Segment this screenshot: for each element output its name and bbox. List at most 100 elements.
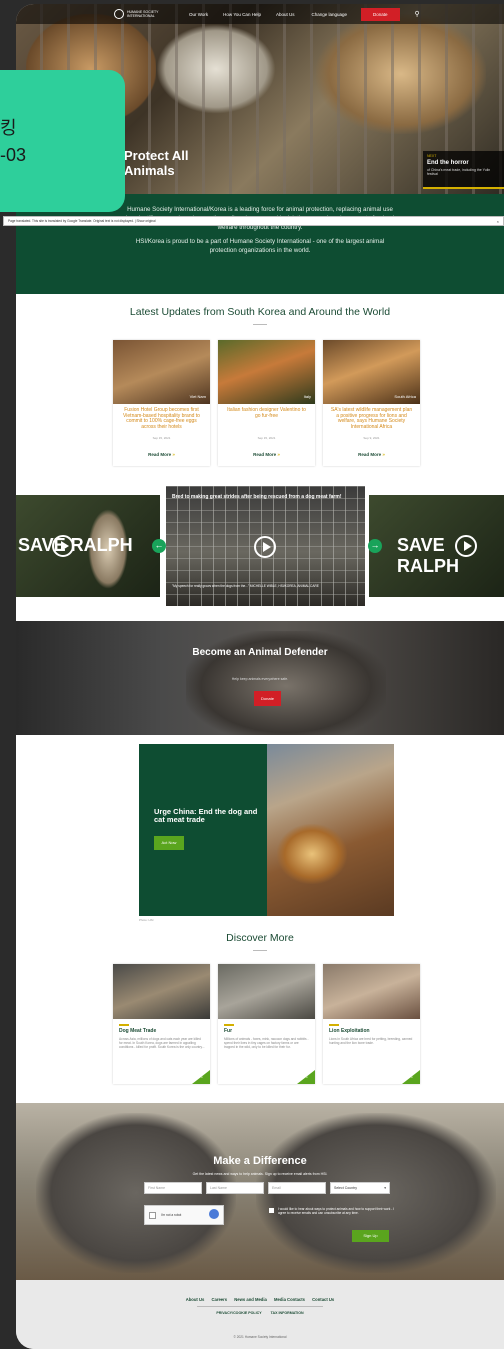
- news-image: [218, 340, 315, 404]
- discover-title: Dog Meat Trade: [119, 1028, 157, 1034]
- discover-desc: Millions of animals - foxes, mink, racco…: [224, 1037, 309, 1049]
- close-icon[interactable]: ×: [497, 219, 499, 224]
- campaign-block: Urge China: End the dog and cat meat tra…: [139, 744, 394, 922]
- video-slide-right[interactable]: SAVE RALPH: [369, 495, 504, 597]
- news-card[interactable]: South Africa SA's latest wildlife manage…: [323, 340, 420, 466]
- discover-card[interactable]: Fur Millions of animals - foxes, mink, r…: [218, 964, 315, 1084]
- search-icon[interactable]: ⚲: [415, 10, 420, 18]
- donate-button[interactable]: Donate: [361, 7, 400, 21]
- discover-desc: Lions in South Africa are bred for petti…: [329, 1037, 413, 1045]
- discover-desc: Across Asia, millions of dogs and cats e…: [119, 1037, 205, 1049]
- arrow-right-icon[interactable]: →: [192, 1070, 210, 1084]
- next-title: End the horror: [427, 160, 469, 166]
- signup-title: Make a Difference: [213, 1155, 307, 1167]
- news-desc: Fusion Hotel Group becomes first Vietnam…: [123, 407, 200, 430]
- country-select[interactable]: Select Country ▾: [330, 1182, 390, 1194]
- translate-bar: Page translated. This site is translated…: [3, 216, 504, 226]
- discover-image: [113, 964, 210, 1019]
- signup-subtitle: Get the latest news and ways to help ani…: [192, 1172, 328, 1176]
- translate-text: Page translated. This site is translated…: [8, 219, 156, 223]
- logo-text: HUMANE SOCIETY INTERNATIONAL: [127, 10, 159, 18]
- footer-link-contact[interactable]: Contact Us: [312, 1297, 334, 1302]
- discover-title: Fur: [224, 1028, 233, 1034]
- heading-divider: [253, 324, 267, 325]
- recaptcha-icon: [209, 1209, 219, 1219]
- nav-how-you-can-help[interactable]: How You Can Help: [223, 12, 261, 17]
- video-title: Bred to making great strides after being…: [172, 494, 342, 500]
- next-desc: of China's meat trade, including the Yul…: [427, 168, 491, 176]
- news-card[interactable]: Italy Italian fashion designer Valentino…: [218, 340, 315, 466]
- defender-donate-button[interactable]: Donate: [254, 691, 281, 706]
- campaign-title: Urge China: End the dog and cat meat tra…: [154, 807, 258, 824]
- arrow-right-icon[interactable]: →: [297, 1070, 315, 1084]
- footer-link-tax[interactable]: TAX INFORMATION: [271, 1311, 304, 1315]
- news-card[interactable]: Viet Nam Fusion Hotel Group becomes firs…: [113, 340, 210, 466]
- copyright: © 2021 Humane Society International: [233, 1335, 287, 1339]
- video-title: SAVE RALPH: [397, 535, 459, 576]
- video-caption: "My speech for really grows when the dog…: [172, 584, 319, 588]
- act-now-button[interactable]: Act Now: [154, 836, 184, 850]
- footer-links: About Us Careers News and Media Media Co…: [16, 1297, 504, 1302]
- news-desc: SA's latest wildlife management plan a p…: [330, 407, 413, 430]
- footer-link-about[interactable]: About Us: [186, 1297, 205, 1302]
- defender-title: Become an Animal Defender: [192, 647, 328, 658]
- logo-icon: [114, 9, 124, 19]
- news-tag: South Africa: [394, 394, 416, 399]
- video-slide-center[interactable]: Bred to making great strides after being…: [166, 486, 365, 606]
- footer-divider: [197, 1306, 323, 1307]
- read-more-link[interactable]: Read More »: [323, 452, 420, 457]
- news-date: Sep 15, 2021: [152, 436, 171, 440]
- discover-card[interactable]: Dog Meat Trade Across Asia, millions of …: [113, 964, 210, 1084]
- overlay-badge: 킹 -03: [0, 70, 125, 212]
- top-nav: HUMANE SOCIETY INTERNATIONAL Our Work Ho…: [16, 4, 504, 24]
- footer-link-media[interactable]: Media Contacts: [274, 1297, 305, 1302]
- news-date: Sep 9, 2021: [363, 436, 380, 440]
- news-tag: Italy: [303, 394, 311, 399]
- consent-checkbox[interactable]: [269, 1208, 274, 1213]
- carousel-prev-icon[interactable]: ←: [152, 539, 166, 553]
- footer-link-privacy[interactable]: PRIVACY/COOKIE POLICY: [216, 1311, 261, 1315]
- intro-paragraph-2: HSI/Korea is proud to be a part of Human…: [135, 238, 385, 254]
- read-more-link[interactable]: Read More »: [218, 452, 315, 457]
- play-icon[interactable]: [455, 535, 477, 557]
- sign-up-button[interactable]: Sign Up: [352, 1230, 389, 1242]
- discover-heading: Discover More: [226, 932, 294, 944]
- discover-image: [218, 964, 315, 1019]
- read-more-link[interactable]: Read More »: [113, 452, 210, 457]
- site-logo[interactable]: HUMANE SOCIETY INTERNATIONAL: [114, 9, 161, 19]
- discover-image: [323, 964, 420, 1019]
- signup-section: Make a Difference Get the latest news an…: [16, 1103, 504, 1280]
- defender-section: Become an Animal Defender Help keep anim…: [16, 621, 504, 735]
- arrow-right-icon[interactable]: →: [402, 1070, 420, 1084]
- carousel-next-icon[interactable]: →: [368, 539, 382, 553]
- photo-credit: Photo: HSI: [139, 918, 154, 922]
- accent-line: [224, 1024, 234, 1026]
- play-icon[interactable]: [52, 535, 74, 557]
- discover-card[interactable]: Lion Exploitation Lions in South Africa …: [323, 964, 420, 1084]
- footer-link-careers[interactable]: Careers: [212, 1297, 228, 1302]
- footer: About Us Careers News and Media Media Co…: [16, 1280, 504, 1349]
- captcha-checkbox[interactable]: [149, 1212, 156, 1219]
- consent-text: I would like to hear about ways to prote…: [278, 1207, 395, 1216]
- news-desc: Italian fashion designer Valentino to go…: [227, 407, 306, 419]
- discover-title: Lion Exploitation: [329, 1028, 370, 1034]
- captcha-widget[interactable]: I'm not a robot: [144, 1205, 224, 1225]
- badge-line-1: 킹: [0, 118, 17, 138]
- captcha-label: I'm not a robot: [161, 1213, 182, 1217]
- chevron-down-icon: ▾: [384, 1186, 386, 1190]
- hero-title: Protect All Animals: [124, 148, 189, 178]
- nav-our-work[interactable]: Our Work: [189, 12, 208, 17]
- nav-change-language[interactable]: Change language: [311, 12, 347, 17]
- play-icon[interactable]: [254, 536, 276, 558]
- news-tag: Viet Nam: [189, 394, 206, 399]
- first-name-field[interactable]: First Name: [144, 1182, 202, 1194]
- campaign-panel: Urge China: End the dog and cat meat tra…: [139, 744, 267, 916]
- next-progress: [423, 187, 504, 189]
- last-name-field[interactable]: Last Name: [206, 1182, 264, 1194]
- email-field[interactable]: Email: [268, 1182, 326, 1194]
- defender-subtitle: Help keep animals everywhere safe.: [231, 677, 289, 681]
- footer-link-news[interactable]: News and Media: [234, 1297, 267, 1302]
- nav-about-us[interactable]: About Us: [276, 12, 295, 17]
- video-slide-left[interactable]: SAVE RALPH: [16, 495, 160, 597]
- next-slide-card[interactable]: NEXT End the horror of China's meat trad…: [423, 151, 504, 189]
